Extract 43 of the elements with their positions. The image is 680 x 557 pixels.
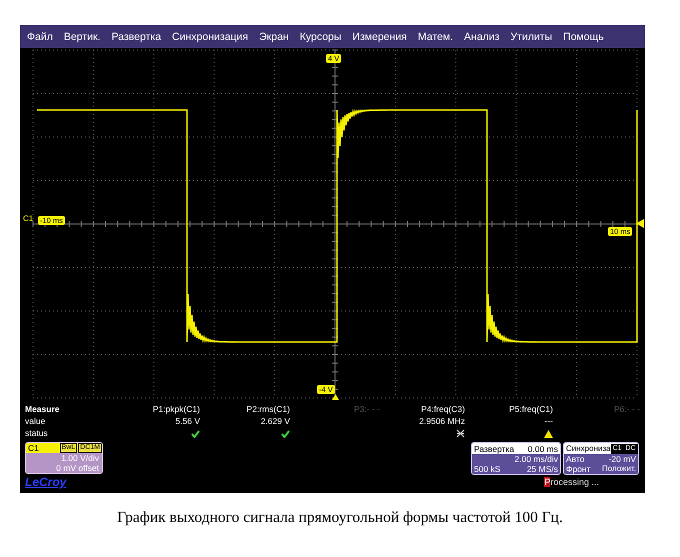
row-label: value [25,416,46,427]
row-label: status [25,428,49,439]
sample-rate: 25 MS/s [526,464,558,474]
parameter-name: P6:- - - [613,404,640,415]
timebase-delay: 0.00 ms [528,444,558,454]
slope-label: Фронт [566,464,591,474]
parameter-value: 5.56 V [174,416,200,427]
sample-count: 500 kS [474,464,500,474]
parameter-name: P2:rms(C1) [246,404,290,415]
channel-label: C1 [23,214,34,223]
trigger-level: -20 mV [608,454,636,464]
menu-item[interactable]: Курсоры [300,30,342,42]
parameter-value: 2.9506 MHz [418,416,465,427]
menu-item[interactable]: Измерения [352,30,407,42]
menu-item[interactable]: Файл [27,30,53,42]
parameter-value: --- [544,416,553,427]
menu-item[interactable]: Развертка [111,30,162,42]
menu-item[interactable]: Помощь [563,30,604,42]
processing-status: Processing ... [544,477,599,488]
menu-item[interactable]: Вертик. [64,30,100,42]
timebase-title: Развертка [474,444,514,454]
parameter-name: P1:pkpk(C1) [152,404,200,415]
menu-item[interactable]: Анализ [464,30,500,42]
menu-item[interactable]: Матем. [418,30,454,42]
menu-item[interactable]: Экран [259,30,289,42]
figure-caption: График выходного сигнала прямоугольной формы частотой 100 Гц. [117,509,563,527]
trigger-title: Синхрониза [566,444,611,453]
parameter-name: P5:freq(C1) [508,404,553,415]
timebase-panel[interactable]: Развертка 0.00 ms 2.00 ms/div 500 kS 25 MS/s [471,442,561,475]
trigger-marker-icon [636,219,644,228]
channel-name: C1 [28,443,40,453]
trigger-mode: Авто [566,454,585,464]
trigger-marker-icon [332,394,339,400]
parameter-name: P4:freq(C3) [420,404,465,415]
timebase-scale: 2.00 ms/div [514,454,558,464]
channel-scale: 1.00 V/div [60,453,100,463]
menu-item[interactable]: Утилиты [510,30,552,42]
trigger-slope: Положит. [602,464,636,474]
parameter-name: P3:- - - [353,404,380,415]
channel-offset: 0 mV offset [55,463,100,473]
measure-title: Measure [25,404,60,415]
parameter-value: 2.629 V [260,416,290,427]
menu-item[interactable]: Синхронизация [172,30,248,42]
